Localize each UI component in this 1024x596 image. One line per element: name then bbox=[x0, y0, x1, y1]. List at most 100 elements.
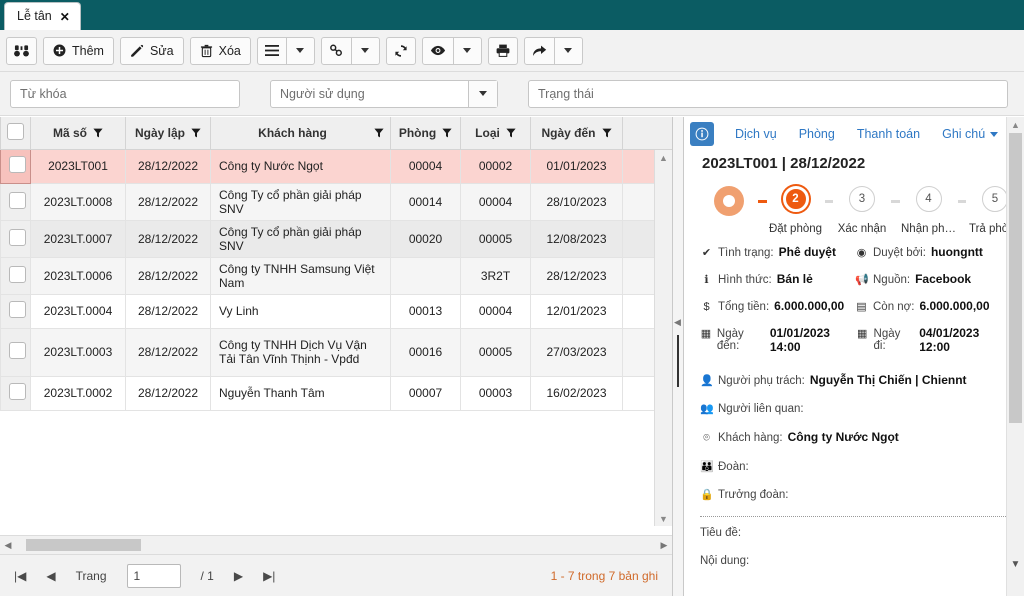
row-select-cell[interactable] bbox=[0, 148, 31, 184]
row-checkbox[interactable] bbox=[9, 156, 26, 173]
check-icon: ✔ bbox=[701, 247, 712, 259]
row-checkbox[interactable] bbox=[9, 228, 26, 246]
keyword-input[interactable]: Từ khóa bbox=[10, 79, 240, 108]
keyword-input-text: Từ khóa bbox=[20, 86, 67, 101]
table-row[interactable]: 2023LT.0008 28/12/2022 Công Ty cổ phần g… bbox=[0, 183, 672, 221]
step-nhan-phong[interactable]: 4 Nhận ph… bbox=[900, 186, 958, 235]
scroll-down-icon[interactable]: ▼ bbox=[1007, 559, 1024, 570]
row-checkbox[interactable] bbox=[9, 301, 26, 318]
scroll-right-icon[interactable]: ▶ bbox=[656, 540, 672, 551]
table-row[interactable]: 2023LT.0004 28/12/2022 Vy Linh 00013 000… bbox=[0, 294, 672, 329]
detail-vertical-scrollbar[interactable]: ▲ ▼ bbox=[1006, 117, 1024, 596]
cell-ma-so: 2023LT.0008 bbox=[30, 183, 126, 221]
field-label: Đoàn: bbox=[718, 461, 749, 473]
list-button[interactable] bbox=[256, 36, 287, 65]
row-select-cell[interactable] bbox=[0, 376, 31, 411]
scroll-up-icon[interactable]: ▲ bbox=[655, 150, 672, 165]
field-label: Người phụ trách: bbox=[718, 375, 805, 387]
column-header-khach-hang[interactable]: Khách hàng bbox=[210, 117, 391, 150]
list-dropdown-button[interactable] bbox=[286, 36, 315, 65]
column-header-ngay-den[interactable]: Ngày đến bbox=[530, 117, 623, 150]
step-node[interactable]: 4 bbox=[915, 186, 942, 212]
print-button[interactable] bbox=[487, 36, 518, 65]
prev-page-icon[interactable]: ◀ bbox=[46, 569, 55, 583]
tab-ghi-chu[interactable]: Ghi chú bbox=[931, 127, 1009, 141]
row-checkbox[interactable] bbox=[9, 342, 26, 359]
table-row[interactable]: 2023LT.0007 28/12/2022 Công Ty cổ phần g… bbox=[0, 220, 672, 258]
step-dat-phong[interactable]: 2 Đặt phòng bbox=[767, 186, 825, 235]
page-input[interactable]: 1 bbox=[126, 563, 181, 588]
add-button[interactable]: Thêm bbox=[43, 36, 114, 65]
scroll-left-icon[interactable]: ◀ bbox=[0, 540, 16, 551]
table-row[interactable]: 2023LT.0006 28/12/2022 Công ty TNHH Sams… bbox=[0, 257, 672, 295]
step-start[interactable] bbox=[700, 186, 758, 227]
tab-thanh-toan[interactable]: Thanh toán bbox=[846, 127, 931, 141]
field-nguoi-phu-trach: 👤 Người phụ trách: Nguyễn Thị Chiến | Ch… bbox=[700, 373, 1010, 387]
info-icon[interactable] bbox=[690, 122, 714, 146]
row-checkbox[interactable] bbox=[9, 383, 26, 400]
last-page-icon[interactable]: ▶| bbox=[263, 569, 275, 583]
table-row[interactable]: 2023LT001 28/12/2022 Công ty Nước Ngọt 0… bbox=[0, 148, 672, 184]
collapse-left-icon[interactable]: ◀ bbox=[674, 317, 681, 328]
cell-phong: 00020 bbox=[390, 220, 461, 258]
row-select-cell[interactable] bbox=[0, 328, 31, 377]
step-node[interactable]: 3 bbox=[849, 186, 875, 212]
column-header-ngay-lap[interactable]: Ngày lập bbox=[125, 117, 211, 150]
search-button[interactable] bbox=[6, 36, 37, 65]
link-button[interactable] bbox=[320, 36, 352, 65]
edit-button[interactable]: Sửa bbox=[119, 36, 184, 65]
step-xac-nhan[interactable]: 3 Xác nhận bbox=[833, 186, 891, 235]
detail-scroll-thumb[interactable] bbox=[1009, 133, 1022, 423]
view-button[interactable] bbox=[421, 36, 454, 65]
row-select-cell[interactable] bbox=[0, 257, 31, 295]
hscroll-track[interactable] bbox=[16, 539, 656, 551]
filter-icon[interactable] bbox=[601, 128, 612, 138]
row-select-cell[interactable] bbox=[0, 294, 31, 329]
close-icon[interactable]: ✕ bbox=[60, 11, 70, 23]
tab-le-tan[interactable]: Lễ tân ✕ bbox=[4, 2, 81, 30]
refresh-button[interactable] bbox=[385, 36, 416, 65]
next-page-icon[interactable]: ▶ bbox=[234, 569, 243, 583]
person-add-icon: 👥 bbox=[700, 403, 714, 415]
chevron-down-icon[interactable] bbox=[990, 131, 999, 137]
table-row[interactable]: 2023LT.0003 28/12/2022 Công ty TNHH Dịch… bbox=[0, 328, 672, 377]
tab-phong[interactable]: Phòng bbox=[788, 127, 846, 141]
tab-dich-vu[interactable]: Dịch vụ bbox=[724, 127, 788, 141]
filter-icon[interactable] bbox=[442, 128, 452, 138]
select-all-header[interactable] bbox=[0, 117, 31, 150]
step-node[interactable]: 2 bbox=[782, 186, 809, 212]
step-node[interactable] bbox=[714, 186, 744, 216]
calendar-icon: ▦ bbox=[700, 328, 712, 340]
share-button[interactable] bbox=[523, 36, 555, 65]
select-all-checkbox[interactable] bbox=[7, 122, 24, 140]
filter-icon[interactable] bbox=[93, 128, 103, 138]
column-header-phong[interactable]: Phòng bbox=[390, 117, 461, 150]
status-input[interactable]: Trạng thái bbox=[528, 79, 1008, 108]
view-dropdown-button[interactable] bbox=[453, 36, 482, 65]
splitter-grip[interactable] bbox=[677, 335, 679, 387]
first-page-icon[interactable]: |◀ bbox=[14, 569, 26, 583]
column-header-truncated[interactable] bbox=[622, 117, 672, 150]
row-checkbox[interactable] bbox=[9, 191, 26, 209]
filter-icon[interactable] bbox=[191, 128, 201, 138]
grid-horizontal-scrollbar[interactable]: ◀ ▶ bbox=[0, 535, 672, 554]
delete-button[interactable]: Xóa bbox=[189, 36, 251, 65]
scroll-down-icon[interactable]: ▼ bbox=[655, 511, 672, 526]
step-node[interactable]: 5 bbox=[982, 186, 1008, 212]
pane-splitter[interactable]: ◀ bbox=[673, 117, 684, 596]
row-select-cell[interactable] bbox=[0, 183, 31, 221]
link-dropdown-button[interactable] bbox=[351, 36, 380, 65]
hscroll-thumb[interactable] bbox=[26, 539, 141, 551]
share-dropdown-button[interactable] bbox=[554, 36, 583, 65]
user-select[interactable]: Người sử dụng bbox=[270, 79, 498, 108]
column-header-loai[interactable]: Loại bbox=[460, 117, 531, 150]
column-header-ma-so[interactable]: Mã số bbox=[30, 117, 126, 150]
row-checkbox[interactable] bbox=[9, 265, 26, 283]
filter-icon[interactable] bbox=[506, 128, 516, 138]
grid-vertical-scrollbar[interactable]: ▲ ▼ bbox=[654, 150, 672, 526]
scroll-up-icon[interactable]: ▲ bbox=[1007, 117, 1024, 132]
user-select-dropdown-button[interactable] bbox=[468, 80, 497, 107]
filter-icon[interactable] bbox=[374, 128, 384, 138]
table-row[interactable]: 2023LT.0002 28/12/2022 Nguyễn Thanh Tâm … bbox=[0, 376, 672, 411]
row-select-cell[interactable] bbox=[0, 220, 31, 258]
